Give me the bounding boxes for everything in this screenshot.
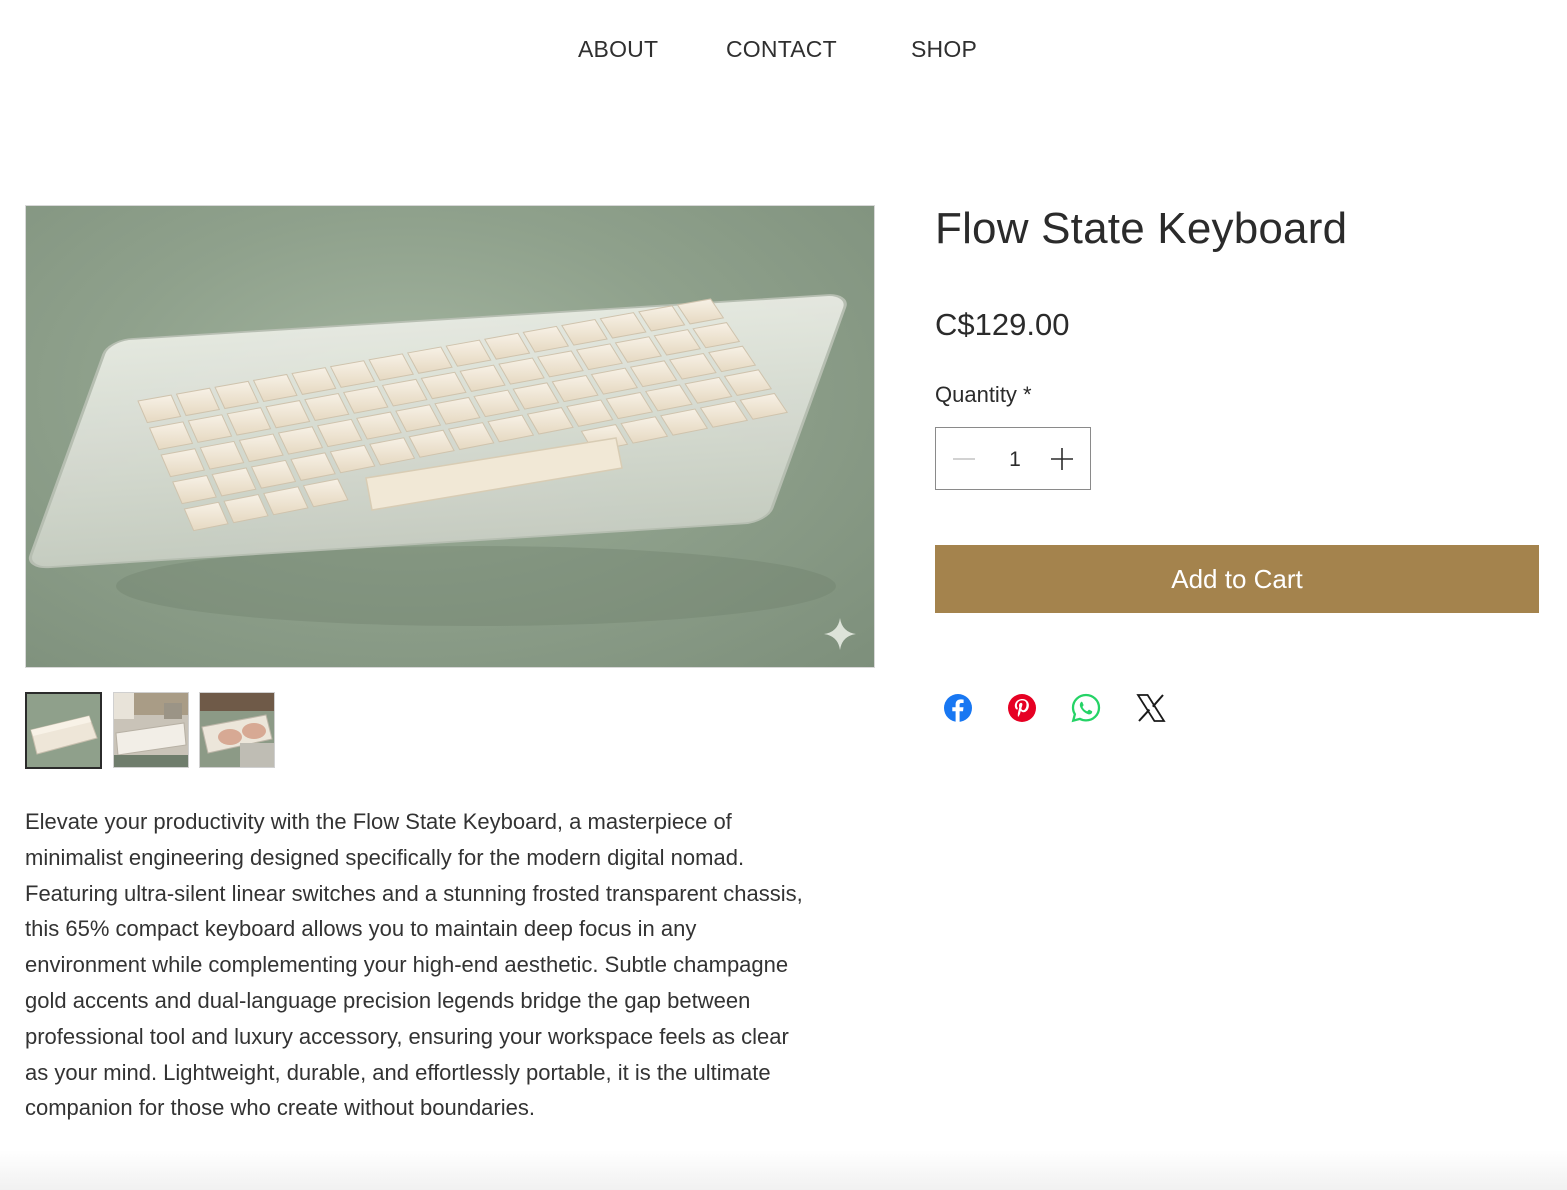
- keyboard-illustration: [28, 294, 856, 650]
- product-title: Flow State Keyboard: [935, 204, 1348, 253]
- quantity-stepper: [935, 427, 1091, 491]
- whatsapp-icon[interactable]: [1069, 691, 1103, 725]
- thumbnail-2[interactable]: [113, 692, 189, 768]
- increase-quantity-button[interactable]: [1034, 428, 1090, 489]
- x-icon[interactable]: [1134, 691, 1168, 725]
- decrease-quantity-button[interactable]: [936, 428, 992, 489]
- product-description: Elevate your productivity with the Flow …: [25, 809, 803, 1121]
- thumbnail-3[interactable]: [199, 692, 275, 768]
- pinterest-icon[interactable]: [1005, 691, 1039, 725]
- product-page: ABOUT CONTACT SHOP Elevate your producti…: [0, 0, 1567, 1190]
- nav-item-contact[interactable]: CONTACT: [726, 36, 837, 63]
- plus-icon: [1051, 447, 1073, 470]
- quantity-input[interactable]: [992, 428, 1038, 491]
- product-price: C$129.00: [935, 307, 1070, 342]
- nav-item-about[interactable]: ABOUT: [578, 36, 658, 63]
- top-nav: ABOUT CONTACT SHOP: [0, 36, 1567, 70]
- page-bottom-fade: [0, 1150, 1567, 1190]
- nav-item-shop[interactable]: SHOP: [911, 36, 977, 63]
- quantity-label: Quantity *: [935, 382, 1032, 407]
- minus-icon: [953, 457, 975, 460]
- product-main-image[interactable]: [25, 205, 875, 668]
- facebook-icon[interactable]: [941, 691, 975, 725]
- sparkle-icon: [824, 618, 856, 650]
- thumbnail-1[interactable]: [25, 692, 102, 769]
- add-to-cart-button[interactable]: Add to Cart: [935, 545, 1539, 613]
